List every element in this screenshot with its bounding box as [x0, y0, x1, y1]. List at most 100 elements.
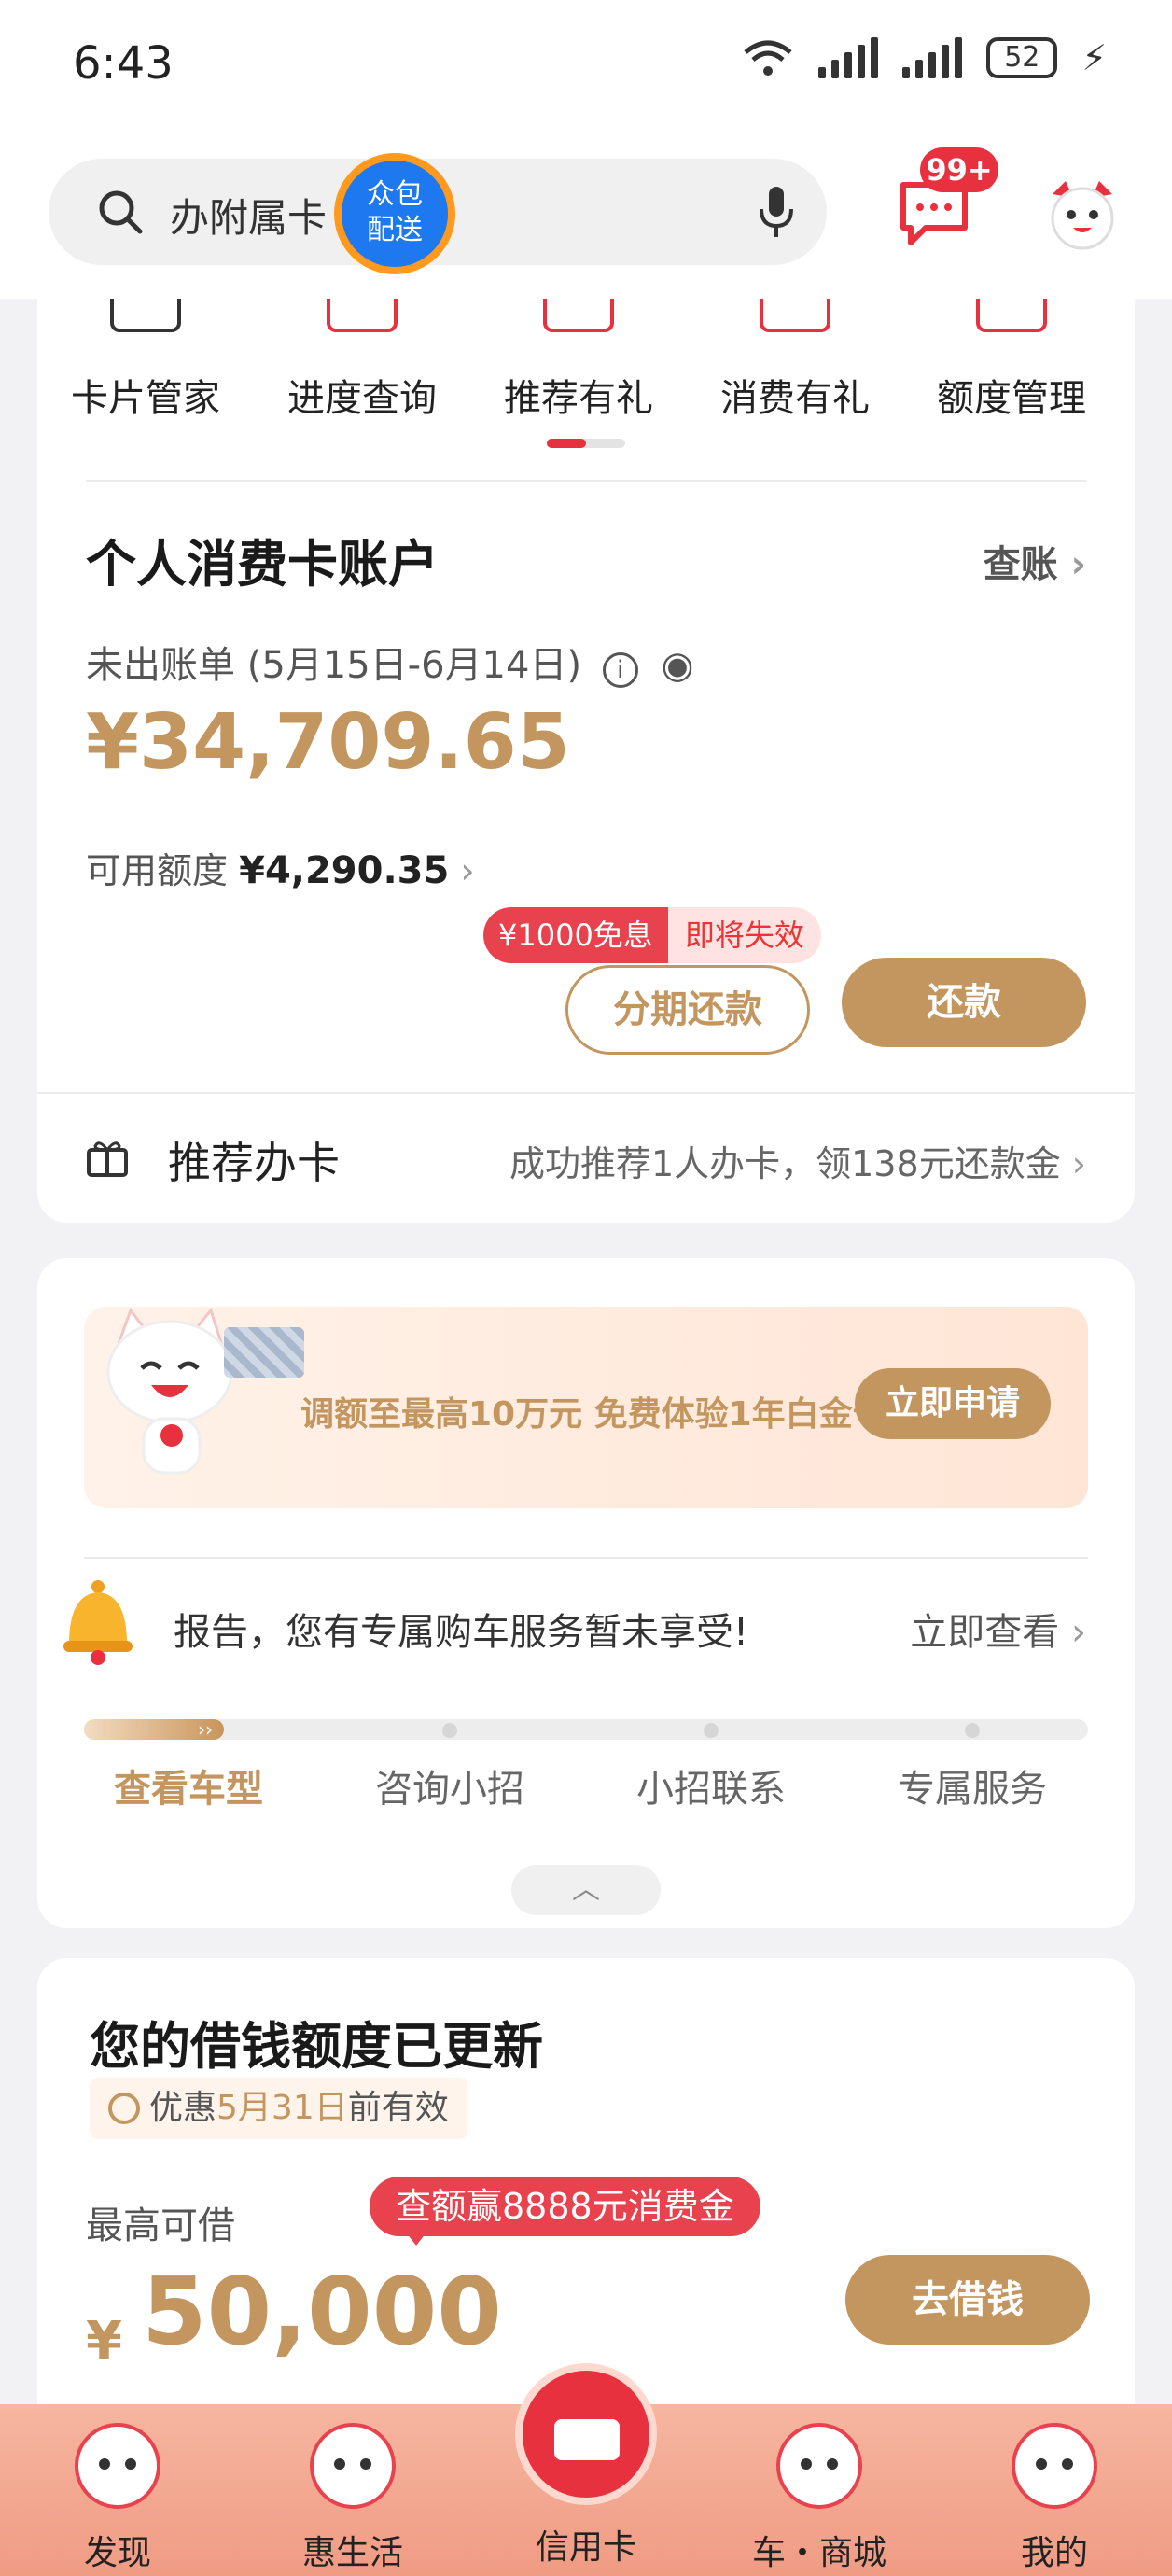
- loan-reward-tip[interactable]: 查额赢8888元消费金: [370, 2177, 760, 2236]
- cat-mascot-icon: [106, 1307, 233, 1475]
- available-limit[interactable]: 可用额度 ¥4,290.35 ›: [86, 842, 475, 893]
- shield-plus-icon: [976, 299, 1047, 332]
- wifi-icon: [744, 40, 792, 76]
- gift-icon: [87, 1141, 128, 1177]
- discover-mascot-icon: [75, 2423, 160, 2509]
- quick-item-limit-management[interactable]: 额度管理: [903, 299, 1120, 422]
- step-dot: [965, 1723, 980, 1738]
- referral-label: 推荐办卡: [168, 1138, 340, 1188]
- referral-row[interactable]: 推荐办卡 成功推荐1人办卡，领138元还款金 ›: [37, 1092, 1135, 1223]
- view-now-label: 立即查看: [910, 1611, 1060, 1654]
- quick-item-referral[interactable]: 推荐有礼: [470, 299, 687, 422]
- quick-item-label: 进度查询: [287, 377, 437, 420]
- quick-item-card-manager[interactable]: 卡片管家: [37, 299, 254, 422]
- charging-icon: ⚡: [1081, 37, 1107, 78]
- validity-chip: 优惠5月31日前有效: [90, 2078, 467, 2139]
- tab-credit-card[interactable]: 信用卡: [493, 2520, 679, 2569]
- tab-label: 车・商城: [751, 2534, 886, 2572]
- life-mascot-icon: [310, 2423, 396, 2509]
- chevron-up-icon: ︿: [572, 1873, 600, 1906]
- referral-text: 成功推荐1人办卡，领138元还款金 ›: [509, 1135, 1086, 1186]
- chevron-right-icon: ›: [460, 850, 475, 891]
- quick-item-label: 卡片管家: [71, 377, 220, 420]
- apply-now-button[interactable]: 立即申请: [855, 1368, 1051, 1439]
- info-icon[interactable]: i: [602, 652, 638, 688]
- max-borrow-label: 最高可借: [86, 2205, 235, 2247]
- interest-free-tag: ¥1000免息 即将失效: [483, 907, 821, 963]
- search-input[interactable]: 办附属卡: [170, 187, 327, 244]
- signal-icon-2: [902, 37, 963, 78]
- chevron-right-icon: ›: [1071, 1611, 1086, 1654]
- credit-account-card: 卡片管家 进度查询 推荐有礼 消费有礼 额度管理 个人消费卡账户 查账 › 未出…: [37, 299, 1135, 1223]
- interest-free-label: ¥1000免息: [483, 907, 668, 963]
- promo-card: 调额至最高10万元 免费体验1年白金卡 立即申请 报告，您有专属购车服务暂未享受…: [37, 1258, 1135, 1928]
- chevron-right-icon: ›: [1071, 1143, 1086, 1184]
- borrow-button[interactable]: 去借钱: [845, 2255, 1090, 2345]
- quick-item-label: 消费有礼: [720, 377, 870, 420]
- view-now-link[interactable]: 立即查看 ›: [910, 1602, 1086, 1656]
- tab-mine[interactable]: 我的: [961, 2423, 1148, 2574]
- validity-suffix: 前有效: [347, 2089, 449, 2127]
- clock-icon: [108, 2093, 140, 2124]
- unbilled-amount: ¥34,709.65: [86, 698, 570, 787]
- validity-date: 5月31日: [216, 2089, 348, 2127]
- step-view-models[interactable]: 查看车型: [86, 1758, 291, 1813]
- divider: [86, 480, 1086, 482]
- mascot-avatar-icon[interactable]: [1043, 175, 1122, 254]
- tab-car-mall[interactable]: 车・商城: [726, 2423, 913, 2574]
- car-mall-mascot-icon: [776, 2423, 862, 2509]
- tab-label: 发现: [83, 2534, 151, 2572]
- step-exclusive-service[interactable]: 专属服务: [870, 1758, 1075, 1813]
- status-time: 6:43: [73, 37, 174, 90]
- view-bill-label: 查账: [983, 543, 1058, 586]
- page-indicator: [547, 439, 625, 448]
- collapse-toggle[interactable]: ︿: [511, 1865, 661, 1915]
- quick-item-spending-reward[interactable]: 消费有礼: [687, 299, 903, 422]
- battery-indicator: 52: [986, 37, 1058, 78]
- step-consult[interactable]: 咨询小招: [347, 1758, 552, 1813]
- tab-life[interactable]: 惠生活: [259, 2423, 446, 2574]
- step-dot: [442, 1723, 457, 1738]
- repay-button[interactable]: 还款: [842, 958, 1086, 1047]
- eye-icon[interactable]: ◉: [662, 644, 694, 687]
- progress-icon: [327, 299, 398, 332]
- bottom-nav: 发现 惠生活 信用卡 车・商城 我的: [0, 2363, 1172, 2576]
- card-manager-icon: [110, 299, 181, 332]
- car-service-notice: 报告，您有专属购车服务暂未享受!: [174, 1611, 749, 1654]
- tab-label: 惠生活: [301, 2534, 403, 2572]
- unbilled-period: 未出账单 (5月15日-6月14日): [86, 644, 582, 687]
- tab-discover[interactable]: 发现: [24, 2423, 211, 2574]
- loan-currency: ¥: [86, 2311, 122, 2372]
- quick-item-progress[interactable]: 进度查询: [254, 299, 470, 422]
- message-count-badge: 99+: [920, 147, 998, 192]
- step-dot: [704, 1723, 719, 1738]
- quick-item-label: 推荐有礼: [504, 377, 653, 420]
- mine-mascot-icon: [1012, 2423, 1097, 2509]
- unbilled-label: 未出账单 (5月15日-6月14日) i ◉: [86, 635, 693, 689]
- loan-title: 您的借钱额度已更新: [90, 2016, 543, 2076]
- available-limit-value: ¥4,290.35: [239, 849, 450, 892]
- yen-reward-icon: [760, 299, 830, 332]
- search-icon: [99, 190, 143, 234]
- tab-label: 我的: [1020, 2534, 1088, 2572]
- tab-label: 信用卡: [535, 2528, 636, 2567]
- platinum-card-image: [224, 1327, 304, 1378]
- view-bill-link[interactable]: 查账 ›: [984, 534, 1086, 588]
- step-contact[interactable]: 小招联系: [608, 1758, 814, 1813]
- platinum-banner[interactable]: 调额至最高10万元 免费体验1年白金卡 立即申请: [84, 1307, 1088, 1508]
- header: 办附属卡 众包 配送 99+: [0, 140, 1172, 299]
- chevron-right-icon: ›: [1070, 543, 1086, 586]
- validity-prefix: 优惠: [149, 2089, 217, 2127]
- status-bar: 6:43 52 ⚡: [0, 0, 1172, 140]
- mic-icon[interactable]: [754, 185, 799, 239]
- quick-menu: 卡片管家 进度查询 推荐有礼 消费有礼 额度管理: [37, 299, 1135, 420]
- installment-button[interactable]: 分期还款: [565, 965, 810, 1055]
- credit-card-tab-icon[interactable]: [515, 2363, 657, 2505]
- crowdsource-delivery-badge[interactable]: 众包 配送: [334, 153, 455, 274]
- referral-reward-text: 成功推荐1人办卡，领138元还款金: [509, 1143, 1061, 1184]
- divider: [84, 1557, 1088, 1559]
- steps-progress: ››: [84, 1719, 1088, 1740]
- account-title: 个人消费卡账户: [86, 534, 439, 594]
- signal-icon: [818, 37, 879, 78]
- expiring-label: 即将失效: [667, 907, 821, 963]
